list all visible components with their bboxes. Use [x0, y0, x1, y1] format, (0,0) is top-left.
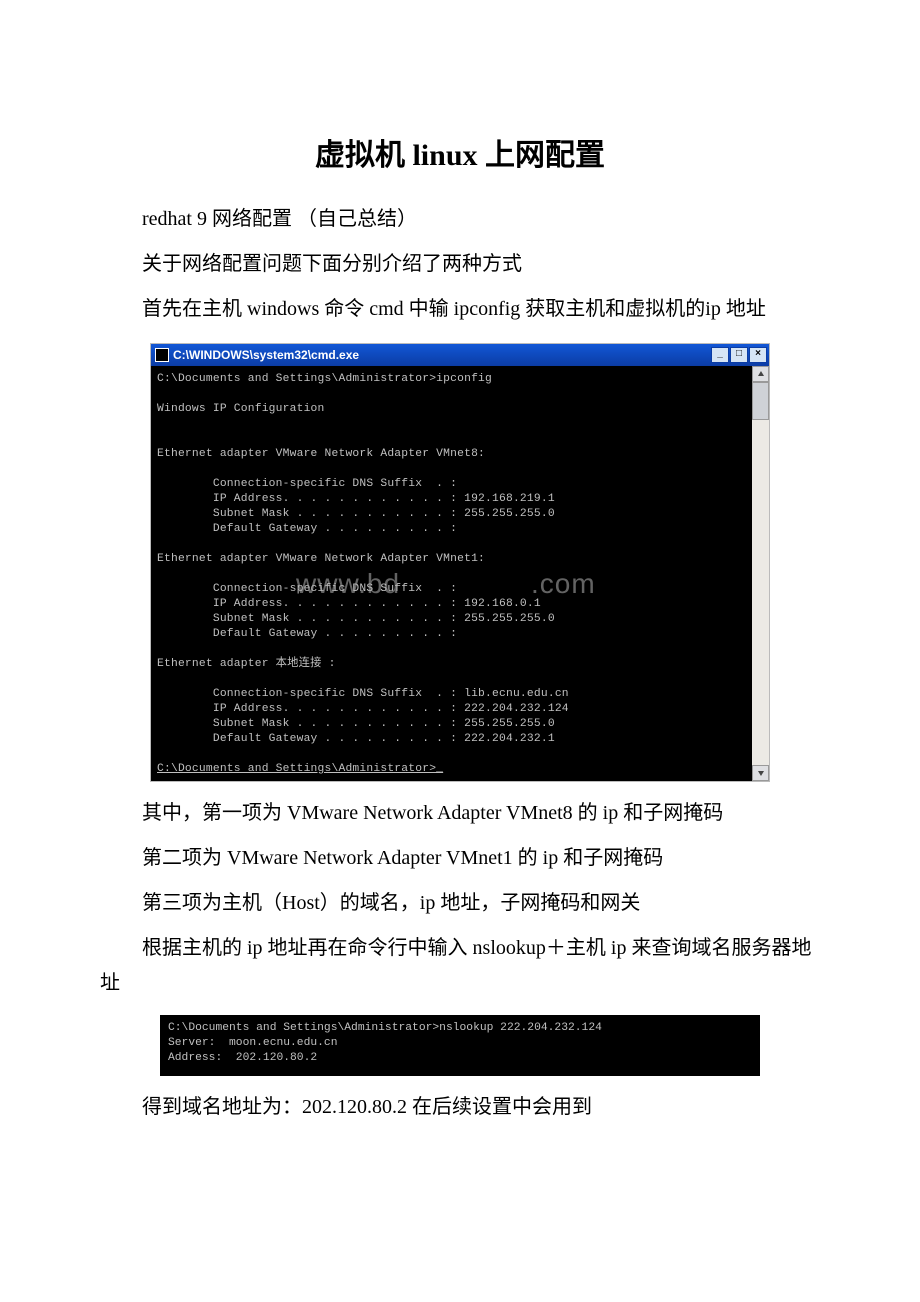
window-buttons: _ □ × — [710, 347, 767, 363]
cmd-window: C:\WINDOWS\system32\cmd.exe _ □ × C:\Doc… — [150, 343, 770, 782]
paragraph: 第二项为 VMware Network Adapter VMnet1 的 ip … — [100, 841, 820, 876]
cmd-line: Server: moon.ecnu.edu.cn — [168, 1037, 337, 1049]
paragraph: 得到域名地址为：202.120.80.2 在后续设置中会用到 — [100, 1090, 820, 1125]
cmd-line: Default Gateway . . . . . . . . . : — [157, 523, 457, 535]
cmd-line: C:\Documents and Settings\Administrator>… — [157, 763, 443, 775]
cmd-line: Ethernet adapter 本地连接 : — [157, 658, 336, 670]
cmd-line: Subnet Mask . . . . . . . . . . . : 255.… — [157, 613, 555, 625]
paragraph: 首先在主机 windows 命令 cmd 中输 ipconfig 获取主机和虚拟… — [100, 292, 820, 327]
nslookup-output: C:\Documents and Settings\Administrator>… — [160, 1015, 760, 1076]
minimize-button[interactable]: _ — [711, 347, 729, 363]
close-button[interactable]: × — [749, 347, 767, 363]
cmd-line: Default Gateway . . . . . . . . . : 222.… — [157, 733, 555, 745]
scroll-thumb[interactable] — [752, 382, 769, 420]
paragraph: 第三项为主机（Host）的域名，ip 地址，子网掩码和网关 — [100, 886, 820, 921]
cmd-line: IP Address. . . . . . . . . . . . : 192.… — [157, 493, 555, 505]
cmd-line: Ethernet adapter VMware Network Adapter … — [157, 448, 485, 460]
maximize-button[interactable]: □ — [730, 347, 748, 363]
watermark: .com — [531, 576, 596, 591]
paragraph: 根据主机的 ip 地址再在命令行中输入 nslookup＋主机 ip 来查询域名… — [100, 931, 820, 1001]
cmd-line: IP Address. . . . . . . . . . . . : 222.… — [157, 703, 569, 715]
cmd-icon — [155, 348, 169, 362]
chevron-up-icon — [757, 370, 765, 378]
cmd-output: C:\Documents and Settings\Administrator>… — [151, 366, 752, 781]
paragraph: redhat 9 网络配置 （自己总结） — [100, 202, 820, 237]
cmd-line: Ethernet adapter VMware Network Adapter … — [157, 553, 485, 565]
paragraph: 其中，第一项为 VMware Network Adapter VMnet8 的 … — [100, 796, 820, 831]
cmd-line: C:\Documents and Settings\Administrator>… — [168, 1022, 602, 1034]
cmd-line: IP Address. . . . . . . . . . . . : 192.… — [157, 598, 541, 610]
cmd-line: Default Gateway . . . . . . . . . : — [157, 628, 457, 640]
cmd-line: Connection-specific DNS Suffix . : — [157, 583, 457, 595]
page-title: 虚拟机 linux 上网配置 — [100, 130, 820, 174]
cmd-title: C:\WINDOWS\system32\cmd.exe — [173, 348, 359, 362]
document-page: 虚拟机 linux 上网配置 redhat 9 网络配置 （自己总结） 关于网络… — [0, 0, 920, 1195]
cmd-line: Connection-specific DNS Suffix . : — [157, 478, 457, 490]
cmd-line: Subnet Mask . . . . . . . . . . . : 255.… — [157, 718, 555, 730]
cmd-titlebar: C:\WINDOWS\system32\cmd.exe _ □ × — [151, 344, 769, 366]
cmd-line: Address: 202.120.80.2 — [168, 1052, 317, 1064]
cmd-line: C:\Documents and Settings\Administrator>… — [157, 373, 492, 385]
scroll-up-button[interactable] — [752, 366, 769, 382]
cmd-line: Subnet Mask . . . . . . . . . . . : 255.… — [157, 508, 555, 520]
scroll-down-button[interactable] — [752, 765, 769, 781]
scrollbar[interactable] — [752, 366, 769, 781]
cmd-line: Windows IP Configuration — [157, 403, 325, 415]
paragraph: 关于网络配置问题下面分别介绍了两种方式 — [100, 247, 820, 282]
chevron-down-icon — [757, 769, 765, 777]
scroll-track[interactable] — [752, 382, 769, 765]
cmd-line: Connection-specific DNS Suffix . : lib.e… — [157, 688, 569, 700]
